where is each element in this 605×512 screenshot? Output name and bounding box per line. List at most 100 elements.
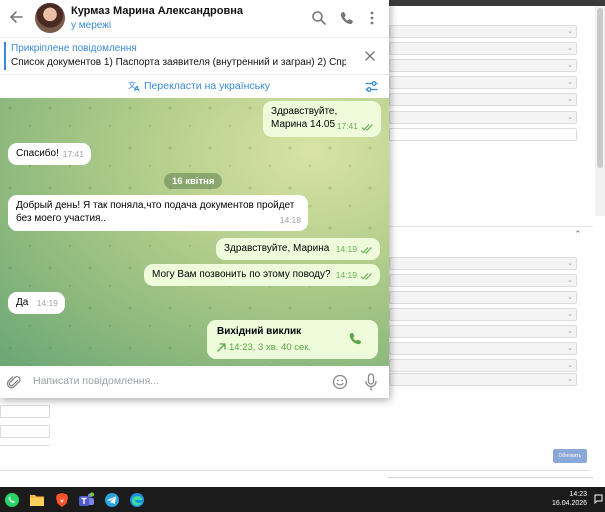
teams-icon[interactable] [78,491,95,508]
chevron-icon: ⌄ [567,361,573,369]
translate-label: Перекласти на українську [144,80,271,92]
form-select[interactable]: ⌄ [389,93,577,106]
telegram-icon[interactable] [103,491,120,508]
emoji-icon[interactable] [332,374,348,390]
message-bubble-incoming[interactable]: Спасибо! 17:41 [8,143,91,165]
form-select[interactable]: ⌄ [389,342,577,355]
notification-icon[interactable] [594,494,603,504]
message-time: 14:19 [335,270,357,280]
form-input[interactable] [389,128,577,141]
translate-icon: 文 A [128,80,140,92]
form-select[interactable]: ⌄ [389,59,577,72]
update-button[interactable]: Обновить [553,449,587,463]
chevron-icon: ⌄ [567,375,573,383]
message-time: 17:41 [62,149,84,159]
chat-messages-area[interactable]: Здравствуйте, Марина 14.05 17:41 Спасибо… [0,98,389,366]
form-select[interactable]: ⌄ [389,373,577,386]
date-separator: 16 квітня [164,173,223,189]
chevron-icon: ⌄ [567,259,573,267]
call-duration: 14:23, 3 хв. 40 сек. [229,342,312,353]
message-bubble-incoming[interactable]: Добрый день! Я так поняла,что подача док… [8,195,308,231]
clock-date: 16.04.2026 [552,500,588,507]
translate-bar: 文 A Перекласти на українську [0,74,389,98]
form-select[interactable]: ⌄ [389,25,577,38]
phone-icon[interactable] [339,10,355,26]
chevron-icon: ⌄ [567,95,573,103]
clock-time: 14:23 [569,491,587,498]
scrollbar-thumb[interactable] [597,8,603,168]
message-time: 14:19 [335,244,357,254]
pinned-title: Прикріплене повідомлення [11,43,137,54]
form-select[interactable]: ⌄ [389,274,577,287]
pinned-message[interactable]: Прикріплене повідомлення Список документ… [0,37,389,73]
chevron-icon: ⌄ [567,327,573,335]
brave-browser-icon[interactable] [53,491,70,508]
form-select[interactable]: ⌄ [389,291,577,304]
section-divider [388,226,593,227]
message-bubble-outgoing[interactable]: Могу Вам позвонить по этому поводу? 14:1… [144,264,380,286]
form-select[interactable]: ⌄ [389,111,577,124]
chevron-icon: ⌄ [567,27,573,35]
collapse-chevron-icon[interactable]: ⌃ [574,230,582,240]
call-title: Вихідний виклик [217,326,302,337]
search-icon[interactable] [311,10,327,26]
chevron-icon: ⌄ [567,276,573,284]
telegram-chat-window: Курмаз Марина Александровна у мережі При… [0,0,389,398]
contact-avatar[interactable] [35,3,65,33]
message-composer: Написати повідомлення... [0,366,389,398]
message-bubble-outgoing[interactable]: Здравствуйте, Марина 14.05 17:41 [263,101,381,137]
call-details: 14:23, 3 хв. 40 сек. [217,341,368,354]
form-input[interactable] [0,425,50,438]
message-bubble-incoming[interactable]: Да 14:19 [8,292,65,314]
chevron-icon: ⌄ [567,310,573,318]
message-text: Добрый день! Я так поняла,что подача док… [16,200,295,224]
double-check-icon [360,272,372,280]
translate-button[interactable]: 文 A Перекласти на українську [128,80,270,92]
message-meta: 14:19 [336,243,373,256]
background-scrollbar[interactable] [595,6,605,216]
message-time: 14:19 [36,298,58,308]
whatsapp-icon[interactable] [3,491,20,508]
system-clock[interactable]: 14:23 16.04.2026 [552,490,587,508]
microphone-icon[interactable] [364,373,378,391]
contact-status: у мережі [71,20,112,31]
form-select[interactable]: ⌄ [389,257,577,270]
svg-text:A: A [134,85,140,92]
more-options-icon[interactable] [364,10,380,26]
message-meta: 14:19 [336,269,373,282]
form-select[interactable]: ⌄ [389,42,577,55]
message-time: 17:41 [336,121,358,131]
message-time: 14:18 [279,215,301,225]
back-arrow-icon[interactable] [8,9,24,25]
double-check-icon [360,246,372,254]
message-input[interactable]: Написати повідомлення... [33,375,159,387]
pinned-text: Список документов 1) Паспорта заявителя … [11,57,346,68]
translation-settings-icon[interactable] [364,79,379,94]
form-select[interactable]: ⌄ [389,76,577,89]
form-select[interactable]: ⌄ [389,359,577,372]
chevron-icon: ⌄ [567,44,573,52]
outgoing-arrow-icon [217,343,226,352]
message-meta: 17:41 [337,120,374,133]
footer-divider [0,470,590,471]
call-bubble-outgoing[interactable]: Вихідний виклик 14:23, 3 хв. 40 сек. [207,320,378,359]
form-input[interactable] [0,405,50,418]
chevron-icon: ⌄ [567,113,573,121]
windows-taskbar: 14:23 16.04.2026 [0,487,605,512]
close-icon[interactable] [364,50,376,62]
form-select[interactable]: ⌄ [389,325,577,338]
chevron-icon: ⌄ [567,61,573,69]
background-app-titlebar [388,0,605,6]
form-select[interactable]: ⌄ [389,308,577,321]
pinned-accent-bar [4,42,6,70]
file-explorer-icon[interactable] [28,491,45,508]
form-divider [0,445,50,446]
chevron-icon: ⌄ [567,78,573,86]
edge-icon[interactable] [128,491,145,508]
paperclip-icon[interactable] [6,374,22,390]
contact-name[interactable]: Курмаз Марина Александровна [71,5,243,17]
chevron-icon: ⌄ [567,293,573,301]
message-bubble-outgoing[interactable]: Здравствуйте, Марина 14:19 [216,238,380,260]
chevron-icon: ⌄ [567,344,573,352]
call-back-phone-icon[interactable] [348,331,363,346]
